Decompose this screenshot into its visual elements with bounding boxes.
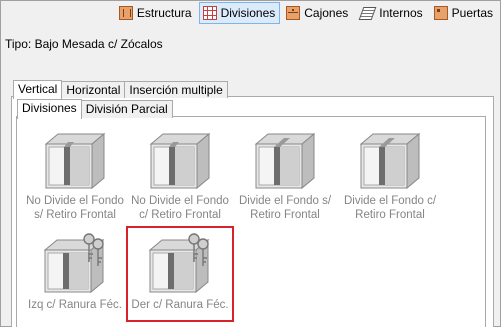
internos-label: Internos bbox=[379, 6, 423, 20]
item-label: No Divide el Fondo c/ Retiro Frontal bbox=[131, 195, 229, 221]
internos-icon bbox=[359, 7, 375, 19]
cabinet-divider-icon bbox=[254, 132, 316, 190]
item-label: Izq c/ Ranura Féc. bbox=[28, 299, 122, 311]
puertas-icon bbox=[433, 6, 448, 20]
item-no-divide-fondo-s-retiro[interactable]: No Divide el Fondo s/ Retiro Frontal bbox=[23, 130, 127, 222]
cabinet-keys-icon bbox=[148, 233, 210, 294]
item-label: Der c/ Ranura Féc. bbox=[131, 299, 229, 311]
item-label: No Divide el Fondo s/ Retiro Frontal bbox=[26, 195, 124, 221]
cajones-button[interactable]: Cajones bbox=[282, 2, 353, 24]
tab-insercion-multiple[interactable]: Inserción multiple bbox=[124, 81, 228, 98]
internos-button[interactable]: Internos bbox=[355, 2, 427, 24]
divisiones-button[interactable]: Divisiones bbox=[198, 2, 281, 24]
cajones-icon bbox=[286, 6, 301, 20]
item-divide-fondo-s-retiro[interactable]: Divide el Fondo s/Retiro Frontal bbox=[233, 130, 337, 222]
cabinet-divider-icon bbox=[149, 132, 211, 190]
tab-vertical[interactable]: Vertical bbox=[13, 80, 63, 99]
cajones-label: Cajones bbox=[304, 6, 349, 20]
item-label: Divide el Fondo s/Retiro Frontal bbox=[238, 195, 332, 221]
item-label: Divide el Fondo c/Retiro Frontal bbox=[343, 195, 437, 221]
divisiones-label: Divisiones bbox=[220, 6, 276, 20]
tab-division-parcial[interactable]: División Parcial bbox=[80, 100, 173, 118]
estructura-icon bbox=[118, 6, 133, 20]
item-divide-fondo-c-retiro[interactable]: Divide el Fondo c/Retiro Frontal bbox=[338, 130, 442, 222]
item-no-divide-fondo-c-retiro[interactable]: No Divide el Fondo c/ Retiro Frontal bbox=[128, 130, 232, 222]
puertas-button[interactable]: Puertas bbox=[430, 2, 498, 24]
puertas-label: Puertas bbox=[451, 6, 493, 20]
cabinet-keys-icon bbox=[43, 233, 105, 294]
tab-divisiones[interactable]: Divisiones bbox=[17, 99, 82, 119]
cabinet-divider-icon bbox=[44, 132, 106, 190]
divisiones-icon bbox=[202, 6, 217, 20]
cabinet-divider-icon bbox=[359, 132, 421, 190]
estructura-label: Estructura bbox=[136, 6, 192, 20]
item-izq-ranura[interactable]: Izq c/ Ranura Féc. bbox=[23, 232, 127, 312]
estructura-button[interactable]: Estructura bbox=[115, 2, 197, 24]
tipo-label: Tipo: Bajo Mesada c/ Zócalos bbox=[5, 37, 163, 51]
item-der-ranura[interactable]: Der c/ Ranura Féc. bbox=[126, 226, 234, 322]
inner-tab-strip: Divisiones División Parcial bbox=[17, 98, 173, 119]
tab-horizontal[interactable]: Horizontal bbox=[61, 81, 126, 98]
outer-tab-strip: Vertical Horizontal Inserción multiple bbox=[13, 79, 228, 99]
toolbar: Estructura Divisiones Cajones Internos P… bbox=[115, 2, 498, 24]
